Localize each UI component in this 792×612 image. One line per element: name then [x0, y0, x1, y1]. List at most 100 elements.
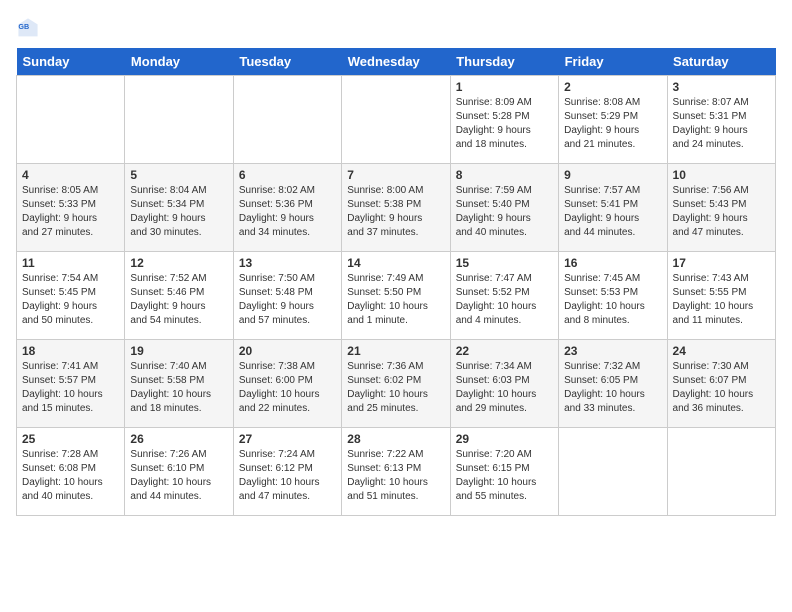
calendar-cell: 7Sunrise: 8:00 AM Sunset: 5:38 PM Daylig…	[342, 164, 450, 252]
day-info: Sunrise: 7:57 AM Sunset: 5:41 PM Dayligh…	[564, 184, 661, 240]
day-header-wednesday: Wednesday	[342, 48, 450, 76]
day-info: Sunrise: 7:28 AM Sunset: 6:08 PM Dayligh…	[22, 448, 119, 504]
day-info: Sunrise: 7:56 AM Sunset: 5:43 PM Dayligh…	[673, 184, 770, 240]
logo-icon: GB	[16, 16, 40, 40]
day-number: 17	[673, 256, 770, 270]
day-info: Sunrise: 8:07 AM Sunset: 5:31 PM Dayligh…	[673, 96, 770, 152]
day-info: Sunrise: 8:05 AM Sunset: 5:33 PM Dayligh…	[22, 184, 119, 240]
day-info: Sunrise: 7:34 AM Sunset: 6:03 PM Dayligh…	[456, 360, 553, 416]
day-header-saturday: Saturday	[667, 48, 775, 76]
day-header-friday: Friday	[559, 48, 667, 76]
week-row-1: 1Sunrise: 8:09 AM Sunset: 5:28 PM Daylig…	[17, 76, 776, 164]
header-row: SundayMondayTuesdayWednesdayThursdayFrid…	[17, 48, 776, 76]
day-info: Sunrise: 7:45 AM Sunset: 5:53 PM Dayligh…	[564, 272, 661, 328]
calendar-cell: 1Sunrise: 8:09 AM Sunset: 5:28 PM Daylig…	[450, 76, 558, 164]
day-number: 3	[673, 80, 770, 94]
calendar-cell	[559, 428, 667, 516]
calendar-cell: 17 Sunrise: 7:43 AM Sunset: 5:55 PM Dayli…	[667, 252, 775, 340]
day-number: 2	[564, 80, 661, 94]
day-number: 19	[130, 344, 227, 358]
day-number: 10	[673, 168, 770, 182]
day-info: Sunrise: 7:59 AM Sunset: 5:40 PM Dayligh…	[456, 184, 553, 240]
day-info: Sunrise: 7:49 AM Sunset: 5:50 PM Dayligh…	[347, 272, 444, 328]
day-info: Sunrise: 8:00 AM Sunset: 5:38 PM Dayligh…	[347, 184, 444, 240]
day-info: Sunrise: 8:04 AM Sunset: 5:34 PM Dayligh…	[130, 184, 227, 240]
day-info: Sunrise: 8:09 AM Sunset: 5:28 PM Dayligh…	[456, 96, 553, 152]
day-number: 9	[564, 168, 661, 182]
day-number: 15	[456, 256, 553, 270]
calendar-cell: 11 Sunrise: 7:54 AM Sunset: 5:45 PM Dayli…	[17, 252, 125, 340]
calendar-table: SundayMondayTuesdayWednesdayThursdayFrid…	[16, 48, 776, 516]
calendar-cell: 22 Sunrise: 7:34 AM Sunset: 6:03 PM Dayli…	[450, 340, 558, 428]
day-info: Sunrise: 7:24 AM Sunset: 6:12 PM Dayligh…	[239, 448, 336, 504]
day-number: 18	[22, 344, 119, 358]
day-number: 13	[239, 256, 336, 270]
calendar-cell: 21 Sunrise: 7:36 AM Sunset: 6:02 PM Dayli…	[342, 340, 450, 428]
day-number: 12	[130, 256, 227, 270]
day-info: Sunrise: 7:50 AM Sunset: 5:48 PM Dayligh…	[239, 272, 336, 328]
week-row-2: 4 Sunrise: 8:05 AM Sunset: 5:33 PM Daylig…	[17, 164, 776, 252]
calendar-cell: 4 Sunrise: 8:05 AM Sunset: 5:33 PM Daylig…	[17, 164, 125, 252]
day-info: Sunrise: 7:22 AM Sunset: 6:13 PM Dayligh…	[347, 448, 444, 504]
day-info: Sunrise: 8:08 AM Sunset: 5:29 PM Dayligh…	[564, 96, 661, 152]
day-info: Sunrise: 7:47 AM Sunset: 5:52 PM Dayligh…	[456, 272, 553, 328]
day-info: Sunrise: 7:26 AM Sunset: 6:10 PM Dayligh…	[130, 448, 227, 504]
page-header: GB	[16, 16, 776, 40]
calendar-cell: 9 Sunrise: 7:57 AM Sunset: 5:41 PM Daylig…	[559, 164, 667, 252]
calendar-cell: 27Sunrise: 7:24 AM Sunset: 6:12 PM Dayli…	[233, 428, 341, 516]
day-number: 14	[347, 256, 444, 270]
calendar-cell: 23Sunrise: 7:32 AM Sunset: 6:05 PM Dayli…	[559, 340, 667, 428]
day-number: 22	[456, 344, 553, 358]
day-number: 8	[456, 168, 553, 182]
day-info: Sunrise: 7:40 AM Sunset: 5:58 PM Dayligh…	[130, 360, 227, 416]
day-info: Sunrise: 7:36 AM Sunset: 6:02 PM Dayligh…	[347, 360, 444, 416]
day-number: 24	[673, 344, 770, 358]
day-header-tuesday: Tuesday	[233, 48, 341, 76]
day-header-sunday: Sunday	[17, 48, 125, 76]
day-info: Sunrise: 7:30 AM Sunset: 6:07 PM Dayligh…	[673, 360, 770, 416]
day-info: Sunrise: 7:52 AM Sunset: 5:46 PM Dayligh…	[130, 272, 227, 328]
day-number: 5	[130, 168, 227, 182]
day-number: 21	[347, 344, 444, 358]
calendar-cell: 24 Sunrise: 7:30 AM Sunset: 6:07 PM Dayli…	[667, 340, 775, 428]
calendar-cell: 14 Sunrise: 7:49 AM Sunset: 5:50 PM Dayli…	[342, 252, 450, 340]
calendar-cell	[17, 76, 125, 164]
calendar-cell: 10 Sunrise: 7:56 AM Sunset: 5:43 PM Dayli…	[667, 164, 775, 252]
svg-text:GB: GB	[18, 22, 29, 31]
calendar-cell: 20Sunrise: 7:38 AM Sunset: 6:00 PM Dayli…	[233, 340, 341, 428]
calendar-cell	[342, 76, 450, 164]
calendar-cell: 13 Sunrise: 7:50 AM Sunset: 5:48 PM Dayli…	[233, 252, 341, 340]
day-number: 26	[130, 432, 227, 446]
calendar-cell: 29Sunrise: 7:20 AM Sunset: 6:15 PM Dayli…	[450, 428, 558, 516]
calendar-cell: 26 Sunrise: 7:26 AM Sunset: 6:10 PM Dayli…	[125, 428, 233, 516]
calendar-cell: 25 Sunrise: 7:28 AM Sunset: 6:08 PM Dayli…	[17, 428, 125, 516]
day-number: 25	[22, 432, 119, 446]
day-header-monday: Monday	[125, 48, 233, 76]
day-number: 4	[22, 168, 119, 182]
day-number: 28	[347, 432, 444, 446]
day-header-thursday: Thursday	[450, 48, 558, 76]
day-info: Sunrise: 8:02 AM Sunset: 5:36 PM Dayligh…	[239, 184, 336, 240]
calendar-cell: 12 Sunrise: 7:52 AM Sunset: 5:46 PM Dayli…	[125, 252, 233, 340]
calendar-cell	[233, 76, 341, 164]
calendar-cell: 5 Sunrise: 8:04 AM Sunset: 5:34 PM Daylig…	[125, 164, 233, 252]
calendar-cell: 8 Sunrise: 7:59 AM Sunset: 5:40 PM Daylig…	[450, 164, 558, 252]
calendar-cell: 2 Sunrise: 8:08 AM Sunset: 5:29 PM Daylig…	[559, 76, 667, 164]
calendar-cell: 28 Sunrise: 7:22 AM Sunset: 6:13 PM Dayli…	[342, 428, 450, 516]
week-row-3: 11 Sunrise: 7:54 AM Sunset: 5:45 PM Dayli…	[17, 252, 776, 340]
day-info: Sunrise: 7:43 AM Sunset: 5:55 PM Dayligh…	[673, 272, 770, 328]
calendar-cell: 15 Sunrise: 7:47 AM Sunset: 5:52 PM Dayli…	[450, 252, 558, 340]
day-number: 23	[564, 344, 661, 358]
day-number: 6	[239, 168, 336, 182]
day-info: Sunrise: 7:41 AM Sunset: 5:57 PM Dayligh…	[22, 360, 119, 416]
day-number: 29	[456, 432, 553, 446]
day-number: 11	[22, 256, 119, 270]
calendar-cell: 3 Sunrise: 8:07 AM Sunset: 5:31 PM Daylig…	[667, 76, 775, 164]
day-info: Sunrise: 7:38 AM Sunset: 6:00 PM Dayligh…	[239, 360, 336, 416]
calendar-cell: 16Sunrise: 7:45 AM Sunset: 5:53 PM Dayli…	[559, 252, 667, 340]
calendar-cell	[667, 428, 775, 516]
day-info: Sunrise: 7:54 AM Sunset: 5:45 PM Dayligh…	[22, 272, 119, 328]
calendar-cell: 19 Sunrise: 7:40 AM Sunset: 5:58 PM Dayli…	[125, 340, 233, 428]
calendar-cell: 6 Sunrise: 8:02 AM Sunset: 5:36 PM Daylig…	[233, 164, 341, 252]
logo: GB	[16, 16, 44, 40]
